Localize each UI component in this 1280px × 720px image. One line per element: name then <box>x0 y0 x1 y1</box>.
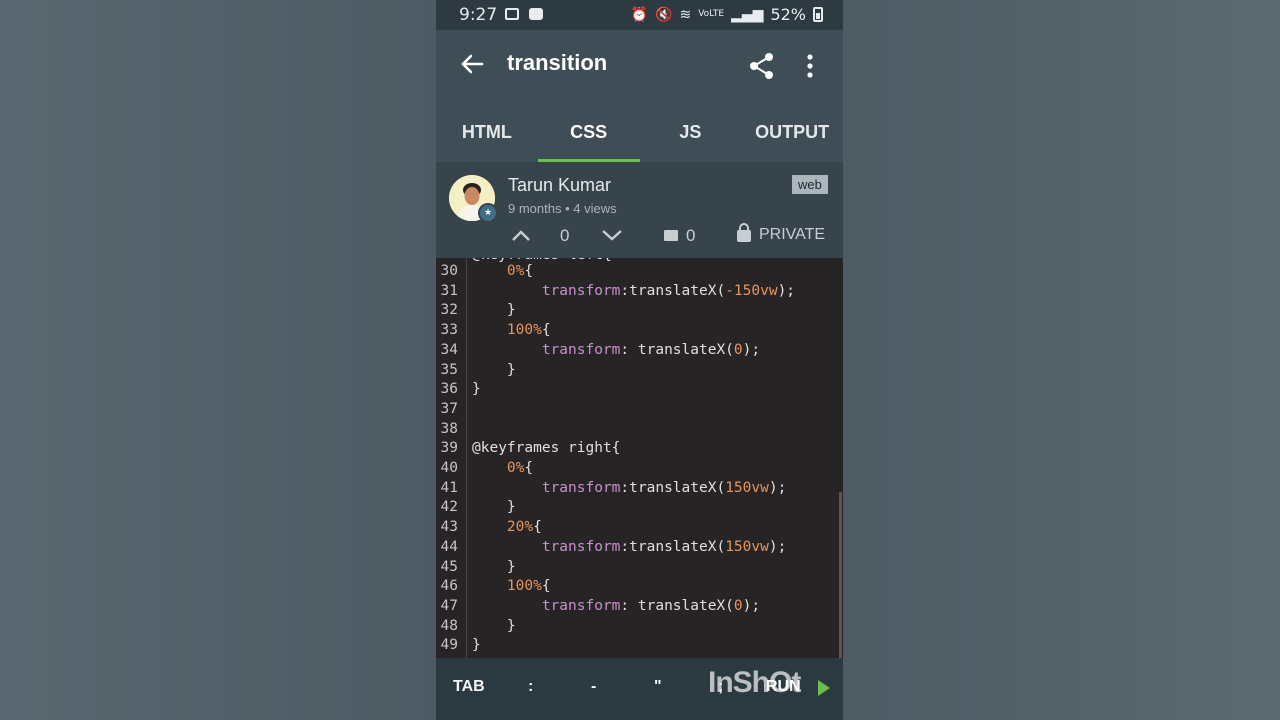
mute-icon: 🔇 <box>655 6 673 23</box>
code-line: @keyframes right{ <box>472 440 621 457</box>
youtube-icon <box>529 8 543 20</box>
editor-scrollbar[interactable] <box>839 492 842 658</box>
battery-icon <box>813 7 823 22</box>
more-options-icon[interactable] <box>804 52 816 80</box>
code-line: } <box>472 617 516 634</box>
line-number: 31 <box>440 282 458 299</box>
code-line: 100%{ <box>506 322 551 339</box>
tab-js[interactable]: JS <box>640 102 742 162</box>
line-number: 36 <box>440 381 458 398</box>
line-number: 47 <box>440 597 458 614</box>
line-number: 35 <box>440 361 458 378</box>
tab-bar: HTML CSS JS OUTPUT <box>436 102 843 162</box>
line-number: 48 <box>440 617 458 634</box>
comment-icon[interactable] <box>664 230 678 241</box>
alarm-icon: ⏰ <box>630 6 649 23</box>
code-line: 0%{ <box>506 460 534 476</box>
gutter-divider <box>466 258 467 658</box>
lock-icon <box>737 223 751 242</box>
line-number: 40 <box>440 460 458 476</box>
author-panel: ★ Tarun Kumar 9 months • 4 views web 0 0… <box>436 162 843 258</box>
line-number: 41 <box>440 479 458 496</box>
code-line: transform:translateX(150vw); <box>541 538 787 555</box>
line-number: 37 <box>440 400 458 417</box>
code-line: } <box>472 302 516 319</box>
code-line: } <box>472 381 481 398</box>
line-number: 38 <box>440 420 458 437</box>
line-number: 30 <box>440 263 458 279</box>
code-line: } <box>472 361 516 378</box>
signal-icon: ▂▄▆ <box>731 6 764 23</box>
quote-key[interactable]: " <box>654 678 662 696</box>
code-line: transform:translateX(-150vw); <box>541 282 796 299</box>
volte-label: VoLTE <box>698 9 725 19</box>
code-line: } <box>472 499 516 516</box>
code-line: transform: translateX(0); <box>541 597 761 614</box>
line-number: 43 <box>440 519 458 536</box>
tab-key[interactable]: TAB <box>453 678 485 696</box>
play-icon[interactable] <box>818 680 830 696</box>
post-meta: 9 months • 4 views <box>508 201 617 216</box>
code-line: 20%{ <box>506 519 542 536</box>
code-line: 100%{ <box>506 578 551 595</box>
comment-count: 0 <box>686 226 696 245</box>
tab-html[interactable]: HTML <box>436 102 538 162</box>
app-bar: transition <box>436 30 843 102</box>
battery-percent: 52% <box>770 5 806 24</box>
upvote-icon[interactable] <box>511 226 531 247</box>
status-time: 9:27 <box>459 5 498 25</box>
code-line: transform:translateX(150vw); <box>541 479 787 496</box>
web-tag: web <box>792 175 828 194</box>
code-editor[interactable]: @keyframes left{ 30 0%{31 transform:tran… <box>436 258 843 658</box>
vote-count: 0 <box>560 226 570 245</box>
line-number: 45 <box>440 558 458 575</box>
gallery-icon <box>505 8 519 20</box>
status-icons: ⏰ 🔇 ≋ VoLTE ▂▄▆ 52% <box>631 5 823 24</box>
line-number: 33 <box>440 322 458 339</box>
visibility-label[interactable]: PRIVATE <box>759 226 825 244</box>
line-number: 44 <box>440 538 458 555</box>
dash-key[interactable]: - <box>591 678 596 696</box>
back-arrow-icon[interactable] <box>458 50 488 80</box>
code-line: } <box>472 558 516 575</box>
tab-css[interactable]: CSS <box>537 102 640 162</box>
line-number: 46 <box>440 578 458 595</box>
line-number: 32 <box>440 302 458 319</box>
colon-key[interactable]: : <box>528 678 533 696</box>
code-line: } <box>472 637 481 654</box>
key-toolbar: TAB : - " ; InShOt RUN <box>436 658 843 720</box>
tab-output[interactable]: OUTPUT <box>741 102 843 162</box>
line-number: 42 <box>440 499 458 516</box>
star-badge-icon: ★ <box>478 203 498 223</box>
phone-screen: 9:27 ⏰ 🔇 ≋ VoLTE ▂▄▆ 52% transition HTML… <box>436 0 843 720</box>
code-line: transform: translateX(0); <box>541 341 761 358</box>
share-icon[interactable] <box>748 52 776 80</box>
line-number: 49 <box>440 637 458 654</box>
page-title: transition <box>507 50 608 75</box>
status-bar: 9:27 ⏰ 🔇 ≋ VoLTE ▂▄▆ 52% <box>436 0 843 30</box>
line-number: 34 <box>440 341 458 358</box>
author-name[interactable]: Tarun Kumar <box>508 175 611 196</box>
code-line: 0%{ <box>506 263 534 279</box>
wifi-icon: ≋ <box>679 6 692 23</box>
run-button[interactable]: RUN <box>766 678 801 696</box>
downvote-icon[interactable] <box>601 226 623 247</box>
line-number: 39 <box>440 440 458 457</box>
